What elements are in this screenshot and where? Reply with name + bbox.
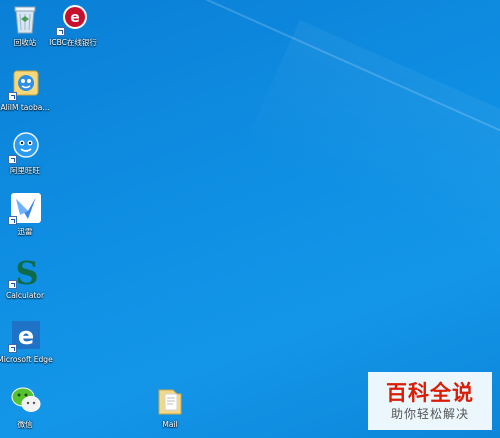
desktop-icon-label: 阿里旺旺 — [10, 166, 40, 175]
desktop-icon-aliwangwang[interactable]: 阿里旺旺 — [0, 130, 53, 175]
svg-text:e: e — [70, 10, 80, 26]
desktop-icon-xunlei[interactable]: 迅雷 — [0, 191, 53, 236]
watermark-title: 百科全说 — [386, 381, 474, 405]
desktop-icon-icbc[interactable]: e ICBC在线银行 — [45, 2, 101, 47]
desktop-icon-calculator[interactable]: S Calculator — [0, 254, 53, 300]
desktop-icon-wechat[interactable]: 微信 — [0, 384, 53, 429]
desktop-icon-aliim[interactable]: AliIM taoba... — [0, 67, 53, 112]
edge-icon: e — [8, 319, 42, 353]
svg-text:S: S — [15, 255, 38, 289]
shortcut-arrow-icon — [8, 280, 17, 289]
desktop-icon-label: 微信 — [17, 420, 33, 429]
aliwangwang-icon — [8, 130, 42, 164]
baike-watermark: 百科全说 助你轻松解决 — [368, 372, 492, 430]
aliim-icon — [8, 67, 42, 101]
shortcut-arrow-icon — [8, 344, 17, 353]
calculator-icon: S — [8, 254, 42, 292]
shortcut-arrow-icon — [56, 27, 65, 36]
folder-icon — [153, 384, 187, 418]
svg-text:e: e — [18, 322, 34, 350]
desktop-icon-label: Calculator — [5, 291, 45, 300]
desktop-icon-label: Mail — [162, 420, 178, 429]
shortcut-arrow-icon — [8, 216, 17, 225]
recycle-bin-icon — [8, 2, 42, 36]
shortcut-arrow-icon — [8, 92, 17, 101]
desktop-icon-label: Microsoft Edge — [0, 355, 53, 364]
desktop-icon-mail[interactable]: Mail — [142, 384, 198, 429]
desktop-icon-label: AliIM taoba... — [0, 103, 50, 112]
desktop-icon-label: ICBC在线银行 — [49, 38, 97, 47]
desktop-icon-label: 迅雷 — [17, 227, 33, 236]
desktop-icon-edge[interactable]: e Microsoft Edge — [0, 319, 53, 364]
shortcut-arrow-icon — [8, 155, 17, 164]
watermark-subtitle: 助你轻松解决 — [390, 407, 469, 421]
xunlei-icon — [8, 191, 42, 225]
desktop-light-glow — [243, 20, 500, 311]
icbc-icon: e — [56, 2, 90, 36]
wechat-icon — [8, 384, 42, 418]
